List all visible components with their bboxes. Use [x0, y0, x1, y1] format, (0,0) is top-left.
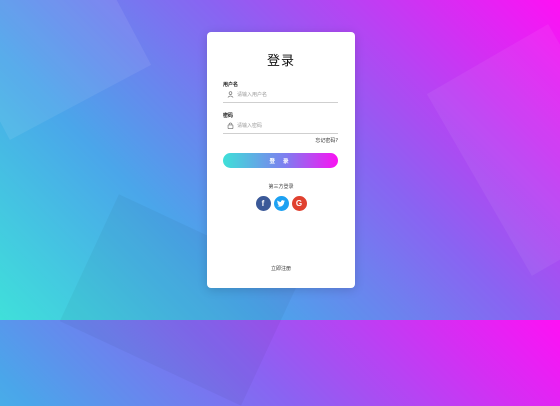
username-input[interactable]: [237, 89, 333, 100]
twitter-icon: [277, 200, 285, 207]
password-label: 密码: [223, 113, 234, 119]
twitter-login-button[interactable]: [273, 196, 289, 211]
social-login-group: f G: [207, 196, 355, 211]
login-button[interactable]: 登 录: [223, 153, 338, 168]
background-shard: [426, 24, 560, 276]
lock-icon: [227, 122, 234, 129]
third-party-login-label: 第三方登录: [268, 184, 294, 190]
password-input[interactable]: [237, 120, 333, 131]
background-shard: [0, 0, 152, 140]
username-label: 用户名: [223, 82, 239, 88]
google-icon: G: [295, 199, 303, 208]
facebook-icon: f: [261, 199, 265, 208]
page-title: 登录: [266, 54, 295, 69]
login-card: 登录 用户名 密码 忘记密码? 登 录 第三方登录 f G 立即注册: [207, 32, 355, 288]
forgot-password-link[interactable]: 忘记密码?: [315, 137, 338, 144]
signup-link[interactable]: 立即注册: [207, 265, 355, 272]
username-field[interactable]: [223, 88, 338, 103]
google-login-button[interactable]: G: [291, 196, 307, 211]
password-field[interactable]: [223, 119, 338, 134]
user-icon: [227, 91, 234, 98]
facebook-login-button[interactable]: f: [255, 196, 271, 211]
